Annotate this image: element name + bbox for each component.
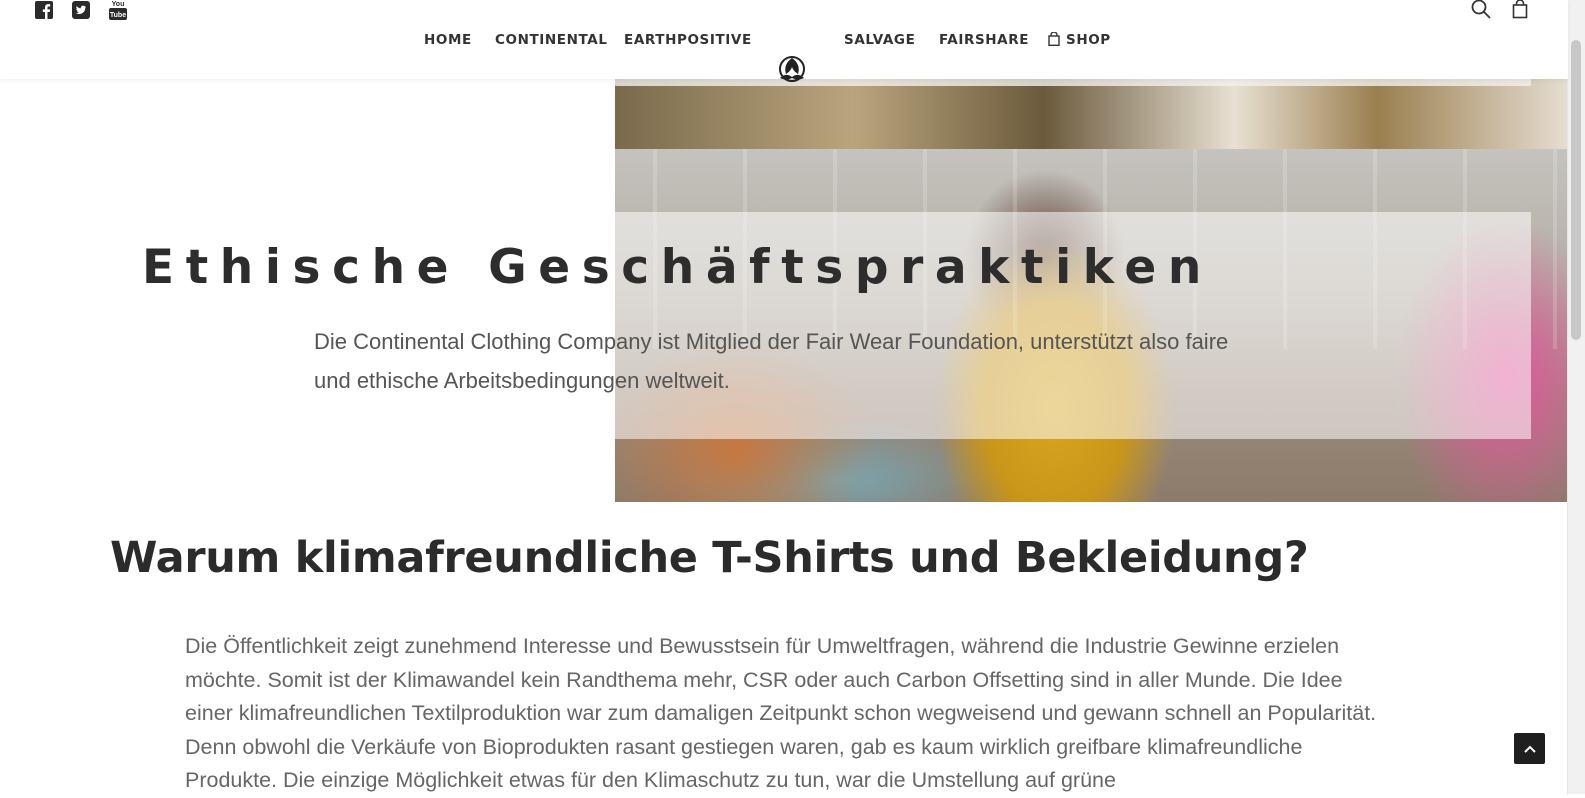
shopping-bag-icon[interactable]	[1509, 0, 1531, 20]
facebook-icon[interactable]	[34, 0, 54, 20]
nav-salvage[interactable]: SALVAGE	[844, 28, 915, 52]
search-icon[interactable]	[1470, 0, 1492, 20]
twitter-icon[interactable]	[71, 0, 91, 20]
svg-text:Tube: Tube	[110, 12, 126, 19]
nav-earthpositive[interactable]: EARTHPOSITIVE	[624, 28, 752, 52]
nav-shop-label: SHOP	[1066, 32, 1111, 48]
shop-bag-icon	[1048, 32, 1060, 46]
nav-continental[interactable]: CONTINENTAL	[495, 28, 608, 52]
site-header: You Tube HOME CONTINENTAL EARTHPOSITIVE S…	[0, 0, 1568, 82]
section-title: Warum klimafreundliche T-Shirts und Bekl…	[110, 533, 1309, 583]
page-scrollbar[interactable]	[1567, 0, 1585, 794]
cotton-plant-image-strip	[615, 79, 1568, 149]
image-highlight-band	[615, 79, 1531, 86]
svg-text:You: You	[112, 1, 125, 8]
hero-description: Die Continental Clothing Company ist Mit…	[314, 329, 1229, 393]
scrollbar-thumb[interactable]	[1571, 40, 1581, 340]
main-navigation: HOME CONTINENTAL EARTHPOSITIVE SALVAGE F…	[0, 28, 1568, 82]
social-links: You Tube	[34, 0, 128, 20]
nav-home[interactable]: HOME	[424, 28, 472, 52]
scroll-to-top-button[interactable]	[1514, 733, 1545, 764]
hero-title: Ethische Geschäftspraktiken	[142, 240, 1213, 295]
youtube-icon[interactable]: You Tube	[108, 0, 128, 20]
nav-fairshare[interactable]: FAIRSHARE	[939, 28, 1029, 52]
section-body-text: Die Öffentlichkeit zeigt zunehmend Inter…	[185, 634, 1377, 792]
brand-logo-icon[interactable]	[774, 52, 810, 84]
header-tools	[1470, 0, 1531, 20]
nav-shop[interactable]: SHOP	[1048, 28, 1111, 52]
chevron-up-icon	[1523, 745, 1536, 753]
